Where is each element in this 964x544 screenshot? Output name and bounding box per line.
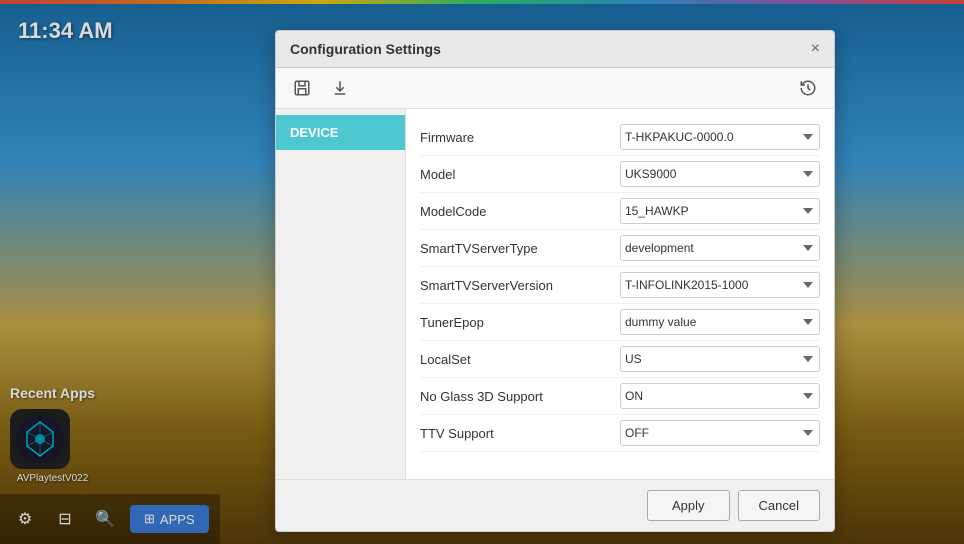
field-row: ModelUKS9000 [420, 156, 820, 193]
field-row: TTV SupportONOFF [420, 415, 820, 452]
field-row: SmartTVServerVersionT-INFOLINK2015-1000 [420, 267, 820, 304]
field-select-firmware[interactable]: T-HKPAKUC-0000.0 [620, 124, 820, 150]
apply-button[interactable]: Apply [647, 490, 730, 521]
field-label-model: Model [420, 167, 620, 182]
field-select-smarttvservertype[interactable]: development [620, 235, 820, 261]
field-row: LocalSetUS [420, 341, 820, 378]
desktop: 11:34 AM Recent Apps AVPlaytestV022 ⚙ ⊟ … [0, 0, 964, 544]
field-select-modelcode[interactable]: 15_HAWKP [620, 198, 820, 224]
field-label-ttv-support: TTV Support [420, 426, 620, 441]
field-row: No Glass 3D SupportONOFF [420, 378, 820, 415]
dialog-title: Configuration Settings [290, 41, 441, 57]
close-button[interactable]: × [811, 41, 820, 57]
save-button[interactable] [286, 74, 318, 102]
field-select-tunerepop[interactable]: dummy value [620, 309, 820, 335]
download-button[interactable] [324, 74, 356, 102]
sidebar-item-device[interactable]: DEVICE [276, 115, 405, 150]
cancel-button[interactable]: Cancel [738, 490, 820, 521]
field-row: TunerEpopdummy value [420, 304, 820, 341]
field-label-tunerepop: TunerEpop [420, 315, 620, 330]
dialog-toolbar [276, 68, 834, 109]
dialog-footer: Apply Cancel [276, 479, 834, 531]
field-label-no-glass-3d-support: No Glass 3D Support [420, 389, 620, 404]
field-row: FirmwareT-HKPAKUC-0000.0 [420, 119, 820, 156]
field-label-localset: LocalSet [420, 352, 620, 367]
configuration-dialog: Configuration Settings × [275, 30, 835, 532]
field-select-ttv-support[interactable]: ONOFF [620, 420, 820, 446]
field-label-smarttvserverversion: SmartTVServerVersion [420, 278, 620, 293]
field-label-firmware: Firmware [420, 130, 620, 145]
field-select-no-glass-3d-support[interactable]: ONOFF [620, 383, 820, 409]
field-label-modelcode: ModelCode [420, 204, 620, 219]
field-label-smarttvservertype: SmartTVServerType [420, 241, 620, 256]
dialog-titlebar: Configuration Settings × [276, 31, 834, 68]
field-row: ModelCode15_HAWKP [420, 193, 820, 230]
history-button[interactable] [792, 74, 824, 102]
field-select-smarttvserverversion[interactable]: T-INFOLINK2015-1000 [620, 272, 820, 298]
field-row: SmartTVServerTypedevelopment [420, 230, 820, 267]
main-panel: FirmwareT-HKPAKUC-0000.0ModelUKS9000Mode… [406, 109, 834, 479]
sidebar: DEVICE [276, 109, 406, 479]
field-select-model[interactable]: UKS9000 [620, 161, 820, 187]
field-select-localset[interactable]: US [620, 346, 820, 372]
dialog-content: DEVICE FirmwareT-HKPAKUC-0000.0ModelUKS9… [276, 109, 834, 479]
